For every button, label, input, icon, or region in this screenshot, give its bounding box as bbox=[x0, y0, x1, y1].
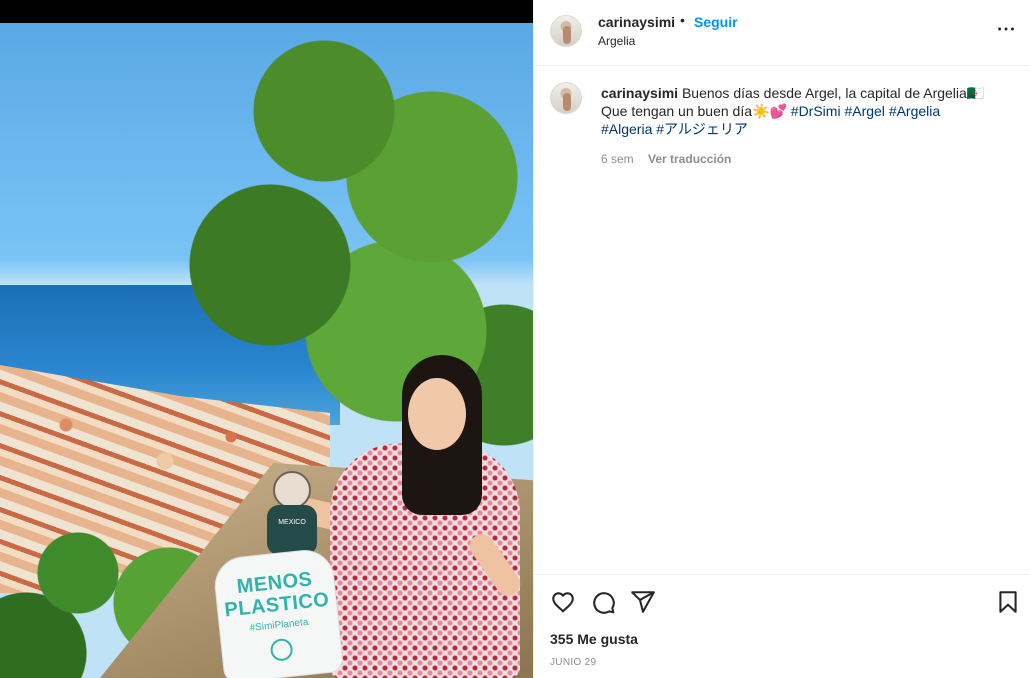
person-face bbox=[408, 378, 466, 450]
translate-button[interactable]: Ver traducción bbox=[648, 152, 731, 166]
caption-line2: Que tengan un buen día☀️💕 bbox=[601, 103, 787, 119]
heart-icon[interactable] bbox=[550, 589, 576, 615]
caption-text: carinaysimi Buenos días desde Argel, la … bbox=[601, 84, 1001, 138]
caption-username[interactable]: carinaysimi bbox=[601, 85, 678, 101]
caption-line1: Buenos días desde Argel, la capital de A… bbox=[681, 85, 985, 101]
post-panel: carinaysimi • Seguir Argelia carinaysimi… bbox=[533, 0, 1030, 678]
likes-count[interactable]: 355 Me gusta bbox=[550, 631, 638, 647]
doll-head bbox=[273, 471, 311, 509]
hashtag-link[interactable]: #Argel bbox=[844, 103, 884, 119]
share-icon[interactable] bbox=[630, 589, 656, 615]
bookmark-icon[interactable] bbox=[995, 589, 1021, 615]
comment-icon[interactable] bbox=[590, 589, 616, 615]
header-separator: • bbox=[680, 12, 685, 28]
post-location[interactable]: Argelia bbox=[598, 34, 635, 48]
post-header: carinaysimi • Seguir Argelia bbox=[534, 0, 1030, 66]
avatar-figure bbox=[563, 93, 571, 111]
post-photo[interactable]: MEXICO MENOS PLASTICO #SimiPlaneta 👤 bbox=[0, 23, 533, 678]
author-username[interactable]: carinaysimi bbox=[598, 14, 675, 30]
photo-bag: MENOS PLASTICO #SimiPlaneta bbox=[211, 547, 345, 678]
hashtag-link[interactable]: #Argelia bbox=[889, 103, 940, 119]
post-modal: MEXICO MENOS PLASTICO #SimiPlaneta 👤 car… bbox=[0, 0, 1030, 678]
doll-shirt-text: MEXICO bbox=[278, 519, 306, 526]
doll-shirt: MEXICO bbox=[267, 505, 317, 555]
bag-logo-icon bbox=[269, 637, 294, 662]
hashtag-link[interactable]: #アルジェリア bbox=[656, 121, 748, 137]
caption-time[interactable]: 6 sem bbox=[601, 152, 634, 166]
post-date[interactable]: JUNIO 29 bbox=[550, 657, 596, 668]
avatar-figure bbox=[563, 26, 571, 44]
more-horizontal-icon[interactable] bbox=[995, 18, 1017, 40]
top-bar bbox=[0, 0, 533, 23]
post-actions: 355 Me gusta JUNIO 29 bbox=[534, 574, 1030, 678]
hashtag-link[interactable]: #Algeria bbox=[601, 121, 652, 137]
follow-button[interactable]: Seguir bbox=[694, 14, 738, 30]
author-avatar[interactable] bbox=[550, 15, 582, 47]
hashtag-link[interactable]: #DrSimi bbox=[791, 103, 841, 119]
caption-avatar[interactable] bbox=[550, 82, 582, 114]
